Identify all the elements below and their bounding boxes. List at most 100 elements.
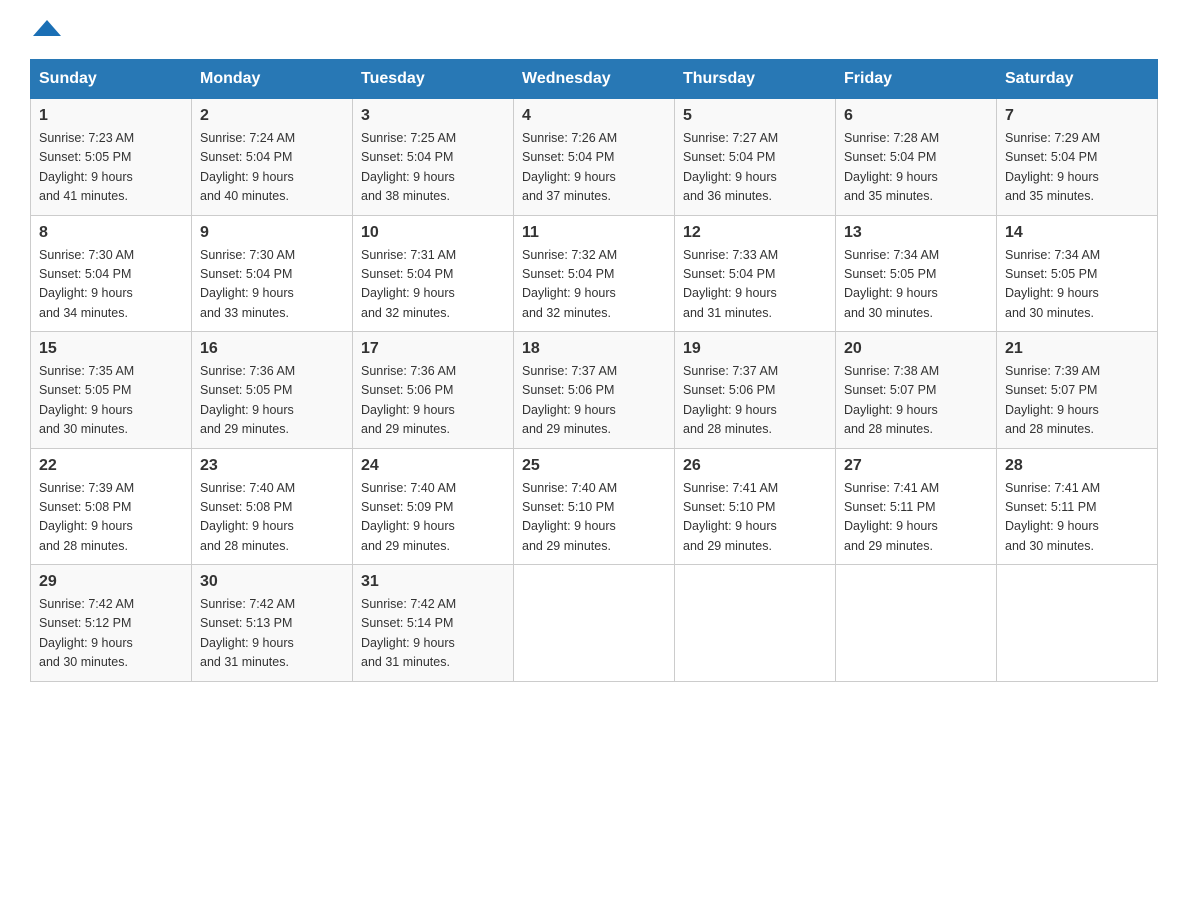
day-cell: 21 Sunrise: 7:39 AMSunset: 5:07 PMDayligh… xyxy=(997,332,1158,449)
day-info: Sunrise: 7:37 AMSunset: 5:06 PMDaylight:… xyxy=(522,364,617,436)
day-number: 29 xyxy=(39,573,183,591)
day-info: Sunrise: 7:42 AMSunset: 5:12 PMDaylight:… xyxy=(39,597,134,669)
day-cell: 28Sunrise: 7:41 AMSunset: 5:11 PMDayligh… xyxy=(997,448,1158,565)
day-cell: 8Sunrise: 7:30 AMSunset: 5:04 PMDaylight… xyxy=(31,215,192,332)
day-cell: 27 Sunrise: 7:41 AMSunset: 5:11 PMDayligh… xyxy=(836,448,997,565)
day-info: Sunrise: 7:32 AMSunset: 5:04 PMDaylight:… xyxy=(522,248,617,320)
logo-triangle-icon xyxy=(33,20,61,36)
day-number: 27 xyxy=(844,457,988,475)
col-header-friday: Friday xyxy=(836,60,997,99)
day-info: Sunrise: 7:27 AMSunset: 5:04 PMDaylight:… xyxy=(683,131,778,203)
day-number: 13 xyxy=(844,224,988,242)
day-number: 2 xyxy=(200,107,344,125)
week-row-1: 1 Sunrise: 7:23 AMSunset: 5:05 PMDaylight… xyxy=(31,99,1158,216)
day-cell: 22 Sunrise: 7:39 AMSunset: 5:08 PMDayligh… xyxy=(31,448,192,565)
day-info: Sunrise: 7:34 AMSunset: 5:05 PMDaylight:… xyxy=(1005,248,1100,320)
logo-top xyxy=(30,20,61,39)
day-cell: 14 Sunrise: 7:34 AMSunset: 5:05 PMDayligh… xyxy=(997,215,1158,332)
day-info: Sunrise: 7:42 AMSunset: 5:13 PMDaylight:… xyxy=(200,597,295,669)
day-number: 14 xyxy=(1005,224,1149,242)
day-cell: 12 Sunrise: 7:33 AMSunset: 5:04 PMDayligh… xyxy=(675,215,836,332)
day-number: 30 xyxy=(200,573,344,591)
week-row-4: 22 Sunrise: 7:39 AMSunset: 5:08 PMDayligh… xyxy=(31,448,1158,565)
day-info: Sunrise: 7:30 AMSunset: 5:04 PMDaylight:… xyxy=(200,248,295,320)
day-info: Sunrise: 7:42 AMSunset: 5:14 PMDaylight:… xyxy=(361,597,456,669)
day-number: 17 xyxy=(361,340,505,358)
day-cell: 31 Sunrise: 7:42 AMSunset: 5:14 PMDayligh… xyxy=(353,565,514,682)
day-info: Sunrise: 7:28 AMSunset: 5:04 PMDaylight:… xyxy=(844,131,939,203)
logo xyxy=(30,20,61,39)
day-cell: 4 Sunrise: 7:26 AMSunset: 5:04 PMDaylight… xyxy=(514,99,675,216)
day-cell: 23 Sunrise: 7:40 AMSunset: 5:08 PMDayligh… xyxy=(192,448,353,565)
day-info: Sunrise: 7:30 AMSunset: 5:04 PMDaylight:… xyxy=(39,248,134,320)
day-info: Sunrise: 7:37 AMSunset: 5:06 PMDaylight:… xyxy=(683,364,778,436)
day-cell: 13 Sunrise: 7:34 AMSunset: 5:05 PMDayligh… xyxy=(836,215,997,332)
day-cell: 26 Sunrise: 7:41 AMSunset: 5:10 PMDayligh… xyxy=(675,448,836,565)
day-cell: 1 Sunrise: 7:23 AMSunset: 5:05 PMDaylight… xyxy=(31,99,192,216)
day-number: 25 xyxy=(522,457,666,475)
day-cell: 6 Sunrise: 7:28 AMSunset: 5:04 PMDaylight… xyxy=(836,99,997,216)
day-number: 21 xyxy=(1005,340,1149,358)
day-number: 24 xyxy=(361,457,505,475)
day-number: 22 xyxy=(39,457,183,475)
day-number: 23 xyxy=(200,457,344,475)
day-info: Sunrise: 7:39 AMSunset: 5:07 PMDaylight:… xyxy=(1005,364,1100,436)
day-number: 20 xyxy=(844,340,988,358)
day-cell: 3 Sunrise: 7:25 AMSunset: 5:04 PMDaylight… xyxy=(353,99,514,216)
day-number: 11 xyxy=(522,224,666,242)
day-number: 1 xyxy=(39,107,183,125)
page-header xyxy=(30,20,1158,39)
day-cell: 7Sunrise: 7:29 AMSunset: 5:04 PMDaylight… xyxy=(997,99,1158,216)
column-headers: SundayMondayTuesdayWednesdayThursdayFrid… xyxy=(31,60,1158,99)
col-header-thursday: Thursday xyxy=(675,60,836,99)
day-cell: 18 Sunrise: 7:37 AMSunset: 5:06 PMDayligh… xyxy=(514,332,675,449)
day-info: Sunrise: 7:26 AMSunset: 5:04 PMDaylight:… xyxy=(522,131,617,203)
day-cell: 2 Sunrise: 7:24 AMSunset: 5:04 PMDaylight… xyxy=(192,99,353,216)
week-row-5: 29 Sunrise: 7:42 AMSunset: 5:12 PMDayligh… xyxy=(31,565,1158,682)
week-row-2: 8Sunrise: 7:30 AMSunset: 5:04 PMDaylight… xyxy=(31,215,1158,332)
day-cell: 9 Sunrise: 7:30 AMSunset: 5:04 PMDaylight… xyxy=(192,215,353,332)
week-row-3: 15Sunrise: 7:35 AMSunset: 5:05 PMDayligh… xyxy=(31,332,1158,449)
day-number: 19 xyxy=(683,340,827,358)
day-info: Sunrise: 7:40 AMSunset: 5:10 PMDaylight:… xyxy=(522,481,617,553)
day-number: 26 xyxy=(683,457,827,475)
day-cell xyxy=(836,565,997,682)
day-number: 10 xyxy=(361,224,505,242)
day-info: Sunrise: 7:25 AMSunset: 5:04 PMDaylight:… xyxy=(361,131,456,203)
day-cell: 25 Sunrise: 7:40 AMSunset: 5:10 PMDayligh… xyxy=(514,448,675,565)
day-cell: 29 Sunrise: 7:42 AMSunset: 5:12 PMDayligh… xyxy=(31,565,192,682)
day-number: 9 xyxy=(200,224,344,242)
day-cell: 15Sunrise: 7:35 AMSunset: 5:05 PMDayligh… xyxy=(31,332,192,449)
day-info: Sunrise: 7:31 AMSunset: 5:04 PMDaylight:… xyxy=(361,248,456,320)
day-info: Sunrise: 7:23 AMSunset: 5:05 PMDaylight:… xyxy=(39,131,134,203)
day-cell: 30 Sunrise: 7:42 AMSunset: 5:13 PMDayligh… xyxy=(192,565,353,682)
day-number: 3 xyxy=(361,107,505,125)
day-info: Sunrise: 7:40 AMSunset: 5:08 PMDaylight:… xyxy=(200,481,295,553)
day-info: Sunrise: 7:39 AMSunset: 5:08 PMDaylight:… xyxy=(39,481,134,553)
day-cell: 16Sunrise: 7:36 AMSunset: 5:05 PMDayligh… xyxy=(192,332,353,449)
day-info: Sunrise: 7:40 AMSunset: 5:09 PMDaylight:… xyxy=(361,481,456,553)
day-info: Sunrise: 7:33 AMSunset: 5:04 PMDaylight:… xyxy=(683,248,778,320)
day-cell: 19 Sunrise: 7:37 AMSunset: 5:06 PMDayligh… xyxy=(675,332,836,449)
calendar-table: SundayMondayTuesdayWednesdayThursdayFrid… xyxy=(30,59,1158,682)
day-number: 18 xyxy=(522,340,666,358)
day-info: Sunrise: 7:24 AMSunset: 5:04 PMDaylight:… xyxy=(200,131,295,203)
day-number: 4 xyxy=(522,107,666,125)
col-header-saturday: Saturday xyxy=(997,60,1158,99)
day-number: 7 xyxy=(1005,107,1149,125)
day-info: Sunrise: 7:41 AMSunset: 5:10 PMDaylight:… xyxy=(683,481,778,553)
day-info: Sunrise: 7:41 AMSunset: 5:11 PMDaylight:… xyxy=(1005,481,1100,553)
day-cell xyxy=(514,565,675,682)
day-number: 12 xyxy=(683,224,827,242)
day-number: 6 xyxy=(844,107,988,125)
day-info: Sunrise: 7:34 AMSunset: 5:05 PMDaylight:… xyxy=(844,248,939,320)
day-number: 31 xyxy=(361,573,505,591)
day-cell xyxy=(675,565,836,682)
day-number: 5 xyxy=(683,107,827,125)
day-info: Sunrise: 7:41 AMSunset: 5:11 PMDaylight:… xyxy=(844,481,939,553)
day-info: Sunrise: 7:36 AMSunset: 5:06 PMDaylight:… xyxy=(361,364,456,436)
day-cell: 10 Sunrise: 7:31 AMSunset: 5:04 PMDayligh… xyxy=(353,215,514,332)
day-info: Sunrise: 7:35 AMSunset: 5:05 PMDaylight:… xyxy=(39,364,134,436)
day-cell: 17 Sunrise: 7:36 AMSunset: 5:06 PMDayligh… xyxy=(353,332,514,449)
col-header-sunday: Sunday xyxy=(31,60,192,99)
